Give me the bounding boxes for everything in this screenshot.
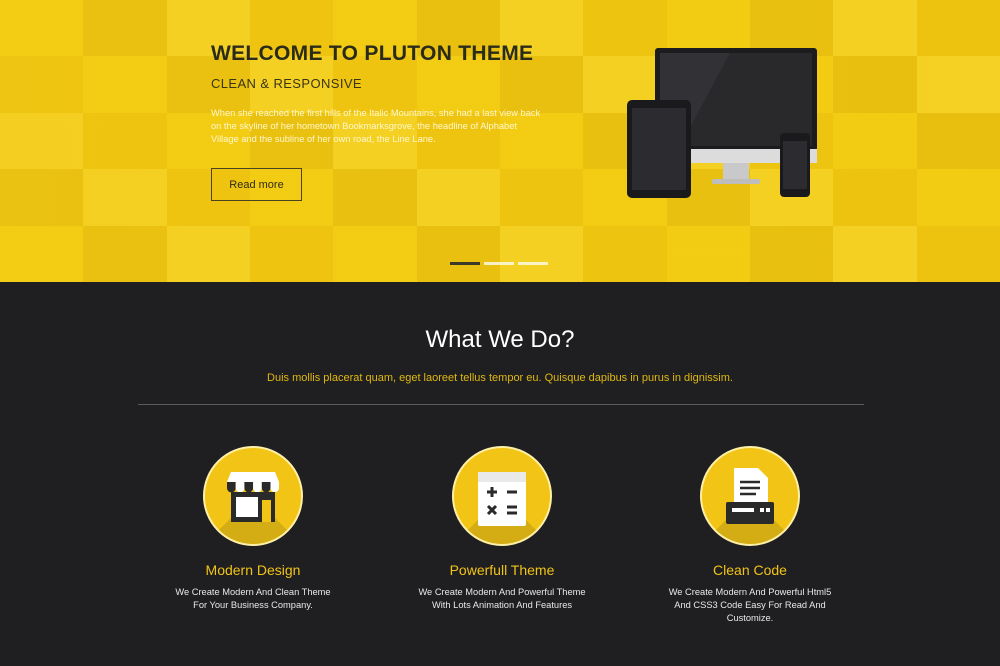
section-title: What We Do? (425, 326, 575, 353)
storefront-icon (227, 472, 279, 522)
slider-dot[interactable] (484, 262, 514, 265)
feature-icon-circle (203, 446, 303, 546)
feature-clean-code: Clean Code We Create Modern And Powerful… (650, 446, 850, 625)
feature-icon-circle (452, 446, 552, 546)
feature-modern-design: Modern Design We Create Modern And Clean… (153, 446, 353, 612)
devices-illustration (627, 48, 817, 198)
slider-dot[interactable] (450, 262, 480, 265)
phone-icon (780, 133, 810, 197)
printer-icon (726, 468, 774, 524)
tablet-icon (627, 100, 691, 198)
hero-title: WELCOME TO PLUTON THEME (211, 42, 534, 65)
feature-description: We Create Modern And Powerful Theme With… (418, 587, 586, 610)
feature-powerfull-theme: Powerfull Theme We Create Modern And Pow… (402, 446, 602, 612)
feature-description: We Create Modern And Powerful Html5 And … (668, 587, 832, 623)
section-subtitle: Duis mollis placerat quam, eget laoreet … (267, 372, 733, 384)
hero-content: WELCOME TO PLUTON THEME CLEAN & RESPONSI… (211, 42, 541, 201)
section-divider (138, 404, 864, 405)
read-more-button[interactable]: Read more (211, 168, 302, 201)
feature-icon-circle (700, 446, 800, 546)
feature-title: Modern Design (205, 562, 301, 578)
feature-title: Powerfull Theme (449, 562, 555, 578)
feature-title: Clean Code (713, 562, 787, 578)
feature-description: We Create Modern And Clean Theme For You… (175, 587, 331, 610)
hero-subtitle: CLEAN & RESPONSIVE (211, 76, 362, 91)
slider-dot[interactable] (518, 262, 548, 265)
hero-slider: WELCOME TO PLUTON THEME CLEAN & RESPONSI… (0, 0, 1000, 282)
calculator-icon (478, 472, 526, 526)
hero-description: When she reached the first hills of the … (211, 108, 541, 144)
slider-pagination (450, 262, 548, 265)
